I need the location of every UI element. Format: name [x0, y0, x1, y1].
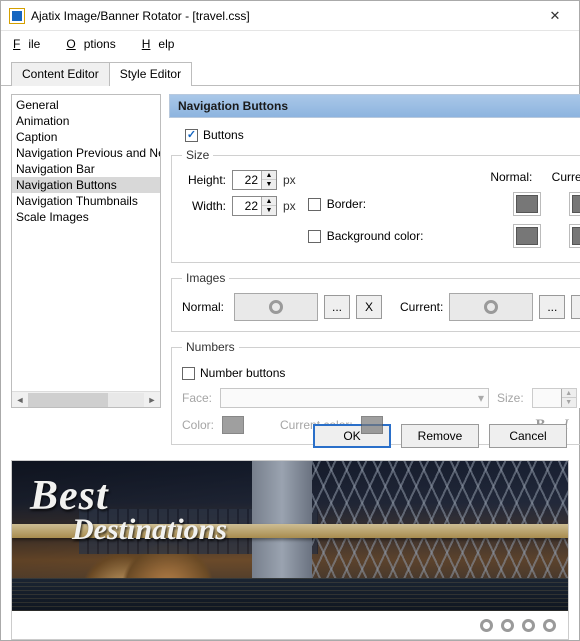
height-up-icon[interactable]: ▲ [262, 171, 276, 180]
category-list[interactable]: General Animation Caption Navigation Pre… [12, 95, 160, 391]
panel-title: Navigation Buttons [169, 94, 580, 118]
circle-icon [484, 300, 498, 314]
water-shape [12, 578, 568, 611]
app-icon [9, 8, 25, 24]
caption-line2: Destinations [72, 513, 227, 547]
sidebar-item-animation[interactable]: Animation [12, 113, 160, 129]
sidebar-item-nav-buttons[interactable]: Navigation Buttons [12, 177, 160, 193]
height-label: Height: [182, 173, 226, 187]
font-size-spinner: ▲▼ [532, 388, 577, 408]
tab-style-editor[interactable]: Style Editor [109, 62, 192, 86]
normal-heading: Normal: [487, 170, 535, 184]
remove-button[interactable]: Remove [401, 424, 479, 448]
images-normal-preview[interactable] [234, 293, 318, 321]
images-current-label: Current: [400, 300, 443, 314]
width-down-icon[interactable]: ▼ [262, 206, 276, 215]
menu-options[interactable]: Options [58, 35, 131, 53]
pylon-shape [252, 461, 312, 578]
banner-caption: Best Destinations [30, 475, 227, 547]
images-normal-clear-button[interactable]: X [356, 295, 382, 319]
height-unit: px [283, 173, 296, 187]
images-normal-label: Normal: [182, 300, 228, 314]
sidebar-item-nav-bar[interactable]: Navigation Bar [12, 161, 160, 177]
tab-row: Content Editor Style Editor [1, 61, 579, 86]
sidebar-item-general[interactable]: General [12, 97, 160, 113]
nav-dot-3[interactable] [522, 619, 535, 632]
border-checkbox[interactable]: ✓ [308, 198, 321, 211]
titlebar: Ajatix Image/Banner Rotator - [travel.cs… [1, 1, 579, 31]
buttons-checkbox[interactable]: ✓ [185, 129, 198, 142]
menu-help[interactable]: Help [134, 35, 191, 53]
images-normal-browse-button[interactable]: ... [324, 295, 350, 319]
number-buttons-label: Number buttons [200, 366, 285, 380]
caption-line1: Best [30, 475, 227, 517]
banner-image: Best Destinations [12, 461, 568, 611]
menu-file[interactable]: File [5, 35, 56, 53]
number-buttons-checkbox[interactable]: ✓ [182, 367, 195, 380]
buttons-checkbox-label: Buttons [203, 128, 244, 142]
font-size-input [533, 389, 561, 407]
close-button[interactable]: ✕ [533, 1, 577, 31]
face-select: ▾ [220, 388, 489, 408]
nav-dot-1[interactable] [480, 619, 493, 632]
border-normal-swatch[interactable] [516, 195, 538, 213]
face-label: Face: [182, 391, 212, 405]
bg-current-swatch[interactable] [572, 227, 580, 245]
size-down-icon: ▼ [562, 398, 576, 407]
nav-dot-2[interactable] [501, 619, 514, 632]
font-color-label: Color: [182, 418, 214, 432]
width-spinner[interactable]: ▲▼ [232, 196, 277, 216]
tab-content-editor[interactable]: Content Editor [11, 62, 110, 86]
buttons-checkbox-row[interactable]: ✓ Buttons [185, 128, 580, 142]
style-editor-panel: Navigation Buttons ✓ Buttons Size Height… [169, 94, 580, 408]
width-label: Width: [182, 199, 226, 213]
sidebar-horizontal-scrollbar[interactable]: ◄ ► [12, 391, 160, 407]
sidebar-item-prev-next[interactable]: Navigation Previous and Next [12, 145, 160, 161]
window-title: Ajatix Image/Banner Rotator - [travel.cs… [31, 9, 533, 23]
sidebar-item-nav-thumbs[interactable]: Navigation Thumbnails [12, 193, 160, 209]
images-current-browse-button[interactable]: ... [539, 295, 565, 319]
height-spinner[interactable]: ▲▼ [232, 170, 277, 190]
current-color-swatch [361, 416, 383, 434]
preview-pane: Best Destinations [11, 460, 569, 640]
width-input[interactable] [233, 197, 261, 215]
bg-normal-swatch[interactable] [516, 227, 538, 245]
images-current-preview[interactable] [449, 293, 533, 321]
nav-button-strip [12, 611, 568, 639]
font-color-swatch [222, 416, 244, 434]
bgcolor-label: Background color: [327, 229, 424, 243]
height-input[interactable] [233, 171, 261, 189]
height-down-icon[interactable]: ▼ [262, 180, 276, 189]
images-group: Images Normal: ... X Current: ... X [171, 271, 580, 332]
width-unit: px [283, 199, 296, 213]
category-sidebar: General Animation Caption Navigation Pre… [11, 94, 161, 408]
size-legend: Size [182, 148, 213, 162]
scroll-left-icon[interactable]: ◄ [12, 395, 28, 405]
sidebar-item-caption[interactable]: Caption [12, 129, 160, 145]
cancel-button[interactable]: Cancel [489, 424, 567, 448]
scroll-thumb[interactable] [28, 393, 108, 407]
width-up-icon[interactable]: ▲ [262, 197, 276, 206]
border-label: Border: [327, 197, 366, 211]
border-current-swatch[interactable] [572, 195, 580, 213]
size-up-icon: ▲ [562, 389, 576, 398]
font-size-label: Size: [497, 391, 524, 405]
circle-icon [269, 300, 283, 314]
sidebar-item-scale[interactable]: Scale Images [12, 209, 160, 225]
bgcolor-checkbox[interactable]: ✓ [308, 230, 321, 243]
images-legend: Images [182, 271, 229, 285]
menubar: File Options Help [1, 31, 579, 59]
images-current-clear-button[interactable]: X [571, 295, 580, 319]
current-heading: Current: [549, 170, 580, 184]
numbers-legend: Numbers [182, 340, 239, 354]
scroll-right-icon[interactable]: ► [144, 395, 160, 405]
nav-dot-4[interactable] [543, 619, 556, 632]
size-group: Size Height: ▲▼ px Width: [171, 148, 580, 263]
